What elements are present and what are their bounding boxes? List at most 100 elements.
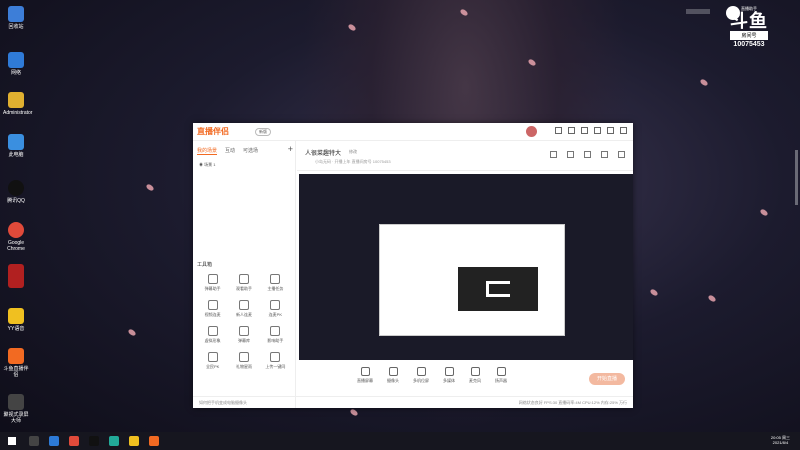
chrome-icon[interactable] — [69, 436, 79, 446]
tool-item[interactable]: 弹幕助手 — [197, 274, 228, 292]
tool-item[interactable]: 影响助手 — [260, 326, 291, 344]
source-button[interactable]: 麦克风 — [469, 367, 481, 391]
desktop-icon[interactable]: 斗鱼直播伴侣 — [3, 348, 29, 378]
desktop-icon[interactable]: Google Chrome — [3, 222, 29, 252]
tab-my-scenes[interactable]: 我的场景 — [197, 147, 218, 155]
tool-item[interactable]: 弹幕库 — [228, 326, 259, 344]
lock-icon[interactable] — [567, 151, 574, 158]
tool-item[interactable]: 上传一键同 — [260, 352, 291, 370]
save-icon[interactable] — [550, 151, 557, 158]
computer-icon — [8, 134, 24, 150]
stream-stats: 网络状态良好 FPS:30 直播码率:4M CPU:12% 内存:25% 万行 — [518, 400, 627, 405]
source-button[interactable]: 多机位屏 — [413, 367, 429, 391]
petal-decoration — [649, 288, 659, 297]
menu-icon[interactable] — [581, 127, 588, 134]
stream-preview[interactable] — [299, 174, 633, 360]
windows-start-icon[interactable] — [8, 437, 16, 445]
go-live-button[interactable]: 开始直播 — [589, 373, 625, 385]
top-bar — [686, 9, 710, 14]
search-icon[interactable] — [29, 436, 39, 446]
tool-icon — [207, 352, 218, 362]
petal-decoration — [707, 294, 717, 303]
version-badge[interactable]: 新版 — [255, 128, 271, 136]
room-title: 人很菜趣特大 — [305, 151, 342, 157]
room-header: 人很菜趣特大 修改 小岛无码 · 开播上年 直播间房号 10075453 — [297, 141, 633, 171]
minimize-icon[interactable] — [594, 127, 601, 134]
desktop-icon[interactable]: YY语音 — [3, 308, 29, 332]
desktop-icon[interactable]: 腾讯QQ — [3, 180, 29, 204]
live-companion-window: 直播伴侣 新版 我的场景 互动 可选场 + ◉ 场景 1 工具箱 弹幕助手 观看… — [193, 123, 633, 408]
room-info: 小岛无码 · 开播上年 直播间房号 10075453 — [315, 159, 391, 164]
tool-icon — [270, 326, 281, 336]
multi-view-icon — [416, 367, 426, 376]
desktop-icon[interactable]: 网络 — [3, 52, 29, 76]
recycle-bin-icon — [8, 6, 24, 22]
tool-icon — [207, 300, 218, 310]
speaker-icon — [496, 367, 506, 376]
left-panel: 我的场景 互动 可选场 + ◉ 场景 1 工具箱 弹幕助手 观看助手 主播任务 … — [193, 141, 296, 408]
scrollbar[interactable] — [795, 150, 798, 205]
tool-icon — [238, 326, 249, 336]
tab-interaction[interactable]: 互动 — [225, 147, 235, 155]
tool-item[interactable]: 视频连麦 — [197, 300, 228, 318]
tool-icon — [238, 300, 249, 310]
tool-icon — [270, 300, 281, 310]
petal-decoration — [127, 328, 137, 337]
desktop-icon[interactable]: 回收站 — [3, 6, 29, 30]
bell-icon[interactable] — [601, 151, 608, 158]
nested-preview — [379, 224, 565, 336]
scene-tabs: 我的场景 互动 可选场 — [193, 141, 295, 158]
maximize-icon[interactable] — [607, 127, 614, 134]
qq-icon[interactable] — [89, 436, 99, 446]
ie-icon[interactable] — [49, 436, 59, 446]
edit-link[interactable]: 修改 — [349, 149, 357, 155]
user-folder-icon — [8, 92, 24, 108]
network-icon — [8, 52, 24, 68]
desktop-icon[interactable] — [3, 264, 29, 290]
qq-icon — [8, 180, 24, 196]
tab-optional[interactable]: 可选场 — [243, 147, 258, 155]
app-icon[interactable] — [109, 436, 119, 446]
taskbar: 20:05 周三 2021/8/4 — [0, 432, 800, 450]
eye-icon[interactable]: ◉ — [199, 162, 203, 167]
source-button[interactable]: 摄像头 — [387, 367, 399, 391]
tool-icon — [238, 274, 249, 284]
tool-icon — [207, 326, 218, 336]
tool-icon — [270, 352, 281, 362]
clock[interactable]: 20:05 周三 2021/8/4 — [771, 435, 790, 445]
tip-link[interactable]: 如何把手机变成电脑摄像头 — [199, 400, 247, 405]
tool-item[interactable]: 观看助手 — [228, 274, 259, 292]
app-logo: 直播伴侣 — [197, 127, 229, 136]
desktop-icon[interactable]: 此电脑 — [3, 134, 29, 158]
main-panel: 人很菜趣特大 修改 小岛无码 · 开播上年 直播间房号 10075453 直播屏… — [297, 141, 633, 408]
tool-icon — [270, 274, 281, 284]
desktop-icon[interactable]: Administrator — [3, 92, 32, 116]
avatar[interactable] — [526, 126, 537, 137]
tool-item[interactable]: 主播任务 — [260, 274, 291, 292]
scene-item[interactable]: ◉ 场景 1 — [193, 158, 295, 172]
yy-icon — [8, 308, 24, 324]
tool-item[interactable]: 礼物星雨 — [228, 352, 259, 370]
source-button[interactable]: 扬声器 — [495, 367, 507, 391]
game-icon — [8, 264, 24, 288]
gift-icon[interactable] — [568, 127, 575, 134]
tool-item[interactable]: 虚拟形象 — [197, 326, 228, 344]
brand-watermark: 直播助手 斗鱼 房间号 10075453 — [730, 6, 768, 48]
petal-decoration — [759, 208, 769, 217]
screen-icon[interactable] — [584, 151, 591, 158]
desktop-icon[interactable]: 聚视式录屏大师 — [3, 394, 29, 424]
add-scene-icon[interactable]: + — [288, 144, 293, 154]
source-button[interactable]: 直播屏幕 — [357, 367, 373, 391]
share-icon[interactable] — [618, 151, 625, 158]
shirt-icon[interactable] — [555, 127, 562, 134]
tool-item[interactable]: 新人连麦 — [228, 300, 259, 318]
petal-decoration — [699, 78, 709, 87]
close-icon[interactable] — [620, 127, 627, 134]
camera-icon — [388, 367, 398, 376]
tool-item[interactable]: 连麦PK — [260, 300, 291, 318]
yy-icon[interactable] — [129, 436, 139, 446]
douyu-icon[interactable] — [149, 436, 159, 446]
recorder-icon — [8, 394, 24, 410]
tool-item[interactable]: 全民PK — [197, 352, 228, 370]
source-button[interactable]: 多媒体 — [443, 367, 455, 391]
